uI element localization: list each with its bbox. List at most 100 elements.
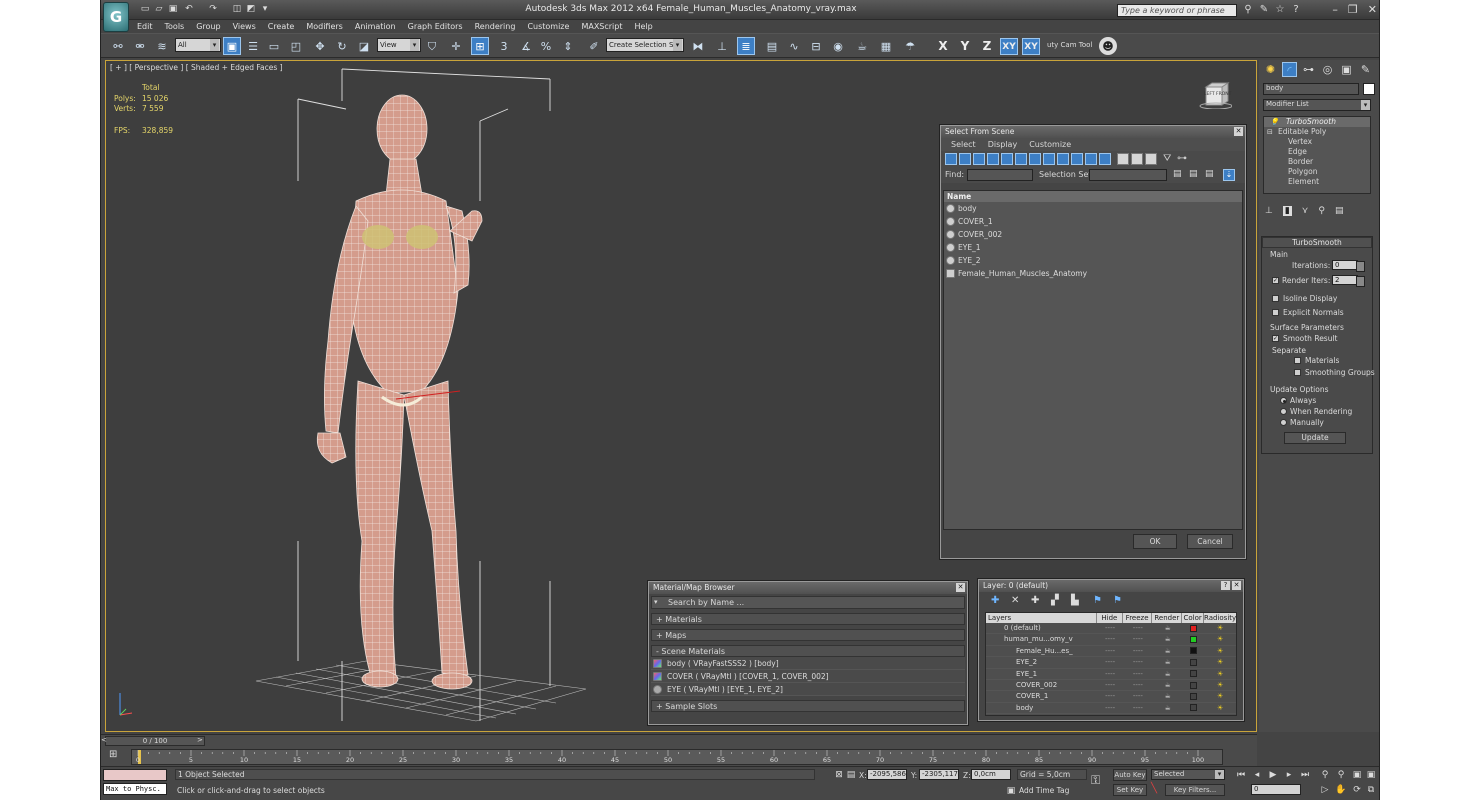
selection-set-add-icon[interactable]: ▤ <box>1189 169 1201 181</box>
motion-tab-icon[interactable]: ◎ <box>1320 62 1335 77</box>
display-tab-icon[interactable]: ▣ <box>1339 62 1354 77</box>
menu-help[interactable]: Help <box>629 20 659 33</box>
angle-snap-icon[interactable]: ∡ <box>517 37 535 55</box>
search-binoculars-icon[interactable]: ⚲ <box>1241 4 1255 16</box>
list-item[interactable]: COVER_002 <box>944 228 1242 241</box>
spinner-snap-icon[interactable]: ⇕ <box>559 37 577 55</box>
utilities-tab-icon[interactable]: ✎ <box>1358 62 1373 77</box>
hierarchy-icon[interactable]: ⊶ <box>1177 153 1189 165</box>
column-freeze[interactable]: Freeze <box>1123 613 1153 623</box>
display-geometry-icon[interactable] <box>945 153 957 165</box>
create-layer-icon[interactable]: ✚ <box>991 595 999 606</box>
menu-customize[interactable]: Customize <box>521 20 575 33</box>
sync-selection-icon[interactable]: ⇣ <box>1223 169 1235 181</box>
material-search-input[interactable]: ▾ Search by Name ... <box>651 596 965 609</box>
help-icon[interactable]: ? <box>1289 4 1303 16</box>
isoline-display-checkbox[interactable] <box>1272 295 1279 302</box>
freeze-toggle[interactable]: ---- <box>1123 623 1153 633</box>
axis-xy-cycle-button[interactable]: XY <box>1022 38 1040 55</box>
layer-color-swatch[interactable] <box>1183 657 1205 667</box>
freeze-toggle[interactable]: ---- <box>1123 646 1153 656</box>
script-tool-icon[interactable]: ☻ <box>1099 37 1117 55</box>
hide-toggle[interactable]: ---- <box>1097 623 1123 633</box>
make-unique-icon[interactable]: ⋎ <box>1302 206 1309 216</box>
layer-color-swatch[interactable] <box>1182 623 1204 633</box>
selection-set-dropdown[interactable] <box>1089 169 1167 181</box>
list-item[interactable]: Female_Human_Muscles_Anatomy <box>944 267 1242 280</box>
stack-item-edge[interactable]: Edge <box>1264 147 1370 157</box>
save-icon[interactable]: ▣ <box>167 4 179 15</box>
freeze-unfreeze-all-icon[interactable]: ⚑ <box>1113 595 1122 606</box>
separate-materials-checkbox[interactable] <box>1294 357 1301 364</box>
close-icon[interactable]: ✕ <box>1234 127 1243 136</box>
communication-center-icon[interactable]: ✎ <box>1257 4 1271 16</box>
radiosity-toggle-icon[interactable]: ☀ <box>1204 634 1236 644</box>
menu-edit[interactable]: Edit <box>131 20 159 33</box>
axis-y-button[interactable]: Y <box>956 38 974 55</box>
y-coord-input[interactable]: -2305,117 <box>919 769 959 780</box>
render-iters-checkbox[interactable]: ✓ <box>1272 277 1279 284</box>
modify-tab-icon[interactable]: ◜ <box>1282 62 1297 77</box>
render-toggle-icon[interactable]: ☕ <box>1153 657 1183 667</box>
pin-stack-icon[interactable]: ⊥ <box>1265 206 1273 216</box>
axis-z-button[interactable]: Z <box>978 38 996 55</box>
list-item[interactable]: body <box>944 202 1242 215</box>
named-selection-dropdown[interactable]: Create Selection Se <box>606 38 684 52</box>
radiosity-toggle-icon[interactable]: ☀ <box>1204 646 1236 656</box>
cancel-button[interactable]: Cancel <box>1187 534 1233 549</box>
section-sample-slots[interactable]: + Sample Slots <box>651 700 965 712</box>
radiosity-toggle-icon[interactable]: ☀ <box>1204 669 1236 679</box>
layer-color-swatch[interactable] <box>1183 703 1205 713</box>
render-production-icon[interactable]: ☂ <box>901 37 919 55</box>
display-frozen-icon[interactable] <box>1085 153 1097 165</box>
freeze-toggle[interactable]: ---- <box>1123 634 1153 644</box>
chevron-down-icon[interactable]: ▾ <box>1215 770 1224 779</box>
freeze-toggle[interactable]: ---- <box>1123 703 1153 713</box>
close-icon[interactable]: ✕ <box>956 583 965 592</box>
material-editor-icon[interactable]: ◉ <box>829 37 847 55</box>
display-groups-icon[interactable] <box>1029 153 1041 165</box>
maxscript-listener-mini[interactable] <box>103 769 167 781</box>
project-icon[interactable]: ▾ <box>259 4 271 15</box>
hide-toggle[interactable]: ---- <box>1097 691 1123 701</box>
display-cameras-icon[interactable] <box>987 153 999 165</box>
slider-prev-icon[interactable]: < <box>101 736 107 744</box>
menu-graph-editors[interactable]: Graph Editors <box>402 20 469 33</box>
maximize-viewport-icon[interactable]: ⧉ <box>1365 784 1377 796</box>
menu-maxscript[interactable]: MAXScript <box>575 20 628 33</box>
menu-tools[interactable]: Tools <box>159 20 191 33</box>
new-icon[interactable]: ▭ <box>139 4 151 15</box>
redo-icon[interactable]: ↷ <box>207 4 219 15</box>
snaps-toggle-icon[interactable]: 3 <box>495 37 513 55</box>
list-item[interactable]: COVER_1 <box>944 215 1242 228</box>
keyboard-shortcut-override-icon[interactable]: ⊞ <box>471 37 489 55</box>
absolute-relative-icon[interactable]: ▤ <box>845 769 857 781</box>
update-when-rendering-radio[interactable] <box>1280 408 1287 415</box>
add-time-tag[interactable]: Add Time Tag <box>1019 786 1069 795</box>
add-to-layer-icon[interactable]: ✚ <box>1031 595 1039 606</box>
set-key-button[interactable]: Set Key <box>1113 784 1147 796</box>
freeze-toggle[interactable]: ---- <box>1123 669 1153 679</box>
reference-coordinate-dropdown[interactable]: View <box>377 38 421 52</box>
edit-named-selection-icon[interactable]: ✐ <box>585 37 603 55</box>
time-tag-icon[interactable]: ▣ <box>1005 785 1017 797</box>
table-row[interactable]: COVER_1 ---- ---- ☕ ☀ <box>986 691 1236 703</box>
iterations-spinner[interactable]: 0 <box>1332 260 1365 272</box>
remove-modifier-icon[interactable]: ⚲ <box>1318 206 1325 216</box>
stack-item-vertex[interactable]: Vertex <box>1264 137 1370 147</box>
separate-smoothing-groups-checkbox[interactable] <box>1294 369 1301 376</box>
x-coord-input[interactable]: -2095,586 <box>867 769 907 780</box>
show-end-result-icon[interactable]: ▮ <box>1282 206 1292 216</box>
freeze-toggle[interactable]: ---- <box>1123 691 1153 701</box>
undo-icon[interactable]: ↶ <box>183 4 195 15</box>
layer-color-swatch[interactable] <box>1182 634 1204 644</box>
render-toggle-icon[interactable]: ☕ <box>1153 691 1183 701</box>
go-to-end-icon[interactable]: ⏭ <box>1299 769 1311 781</box>
layer-color-swatch[interactable] <box>1183 691 1205 701</box>
align-icon[interactable]: ⊥ <box>713 37 731 55</box>
delete-layer-icon[interactable]: ✕ <box>1011 595 1019 606</box>
table-row[interactable]: EYE_1 ---- ---- ☕ ☀ <box>986 669 1236 680</box>
material-item[interactable]: body ( VRayFastSSS2 ) [body] <box>651 657 965 670</box>
stack-item-turbosmooth[interactable]: 💡 TurboSmooth <box>1264 117 1370 127</box>
search-input[interactable]: Type a keyword or phrase <box>1117 4 1237 17</box>
